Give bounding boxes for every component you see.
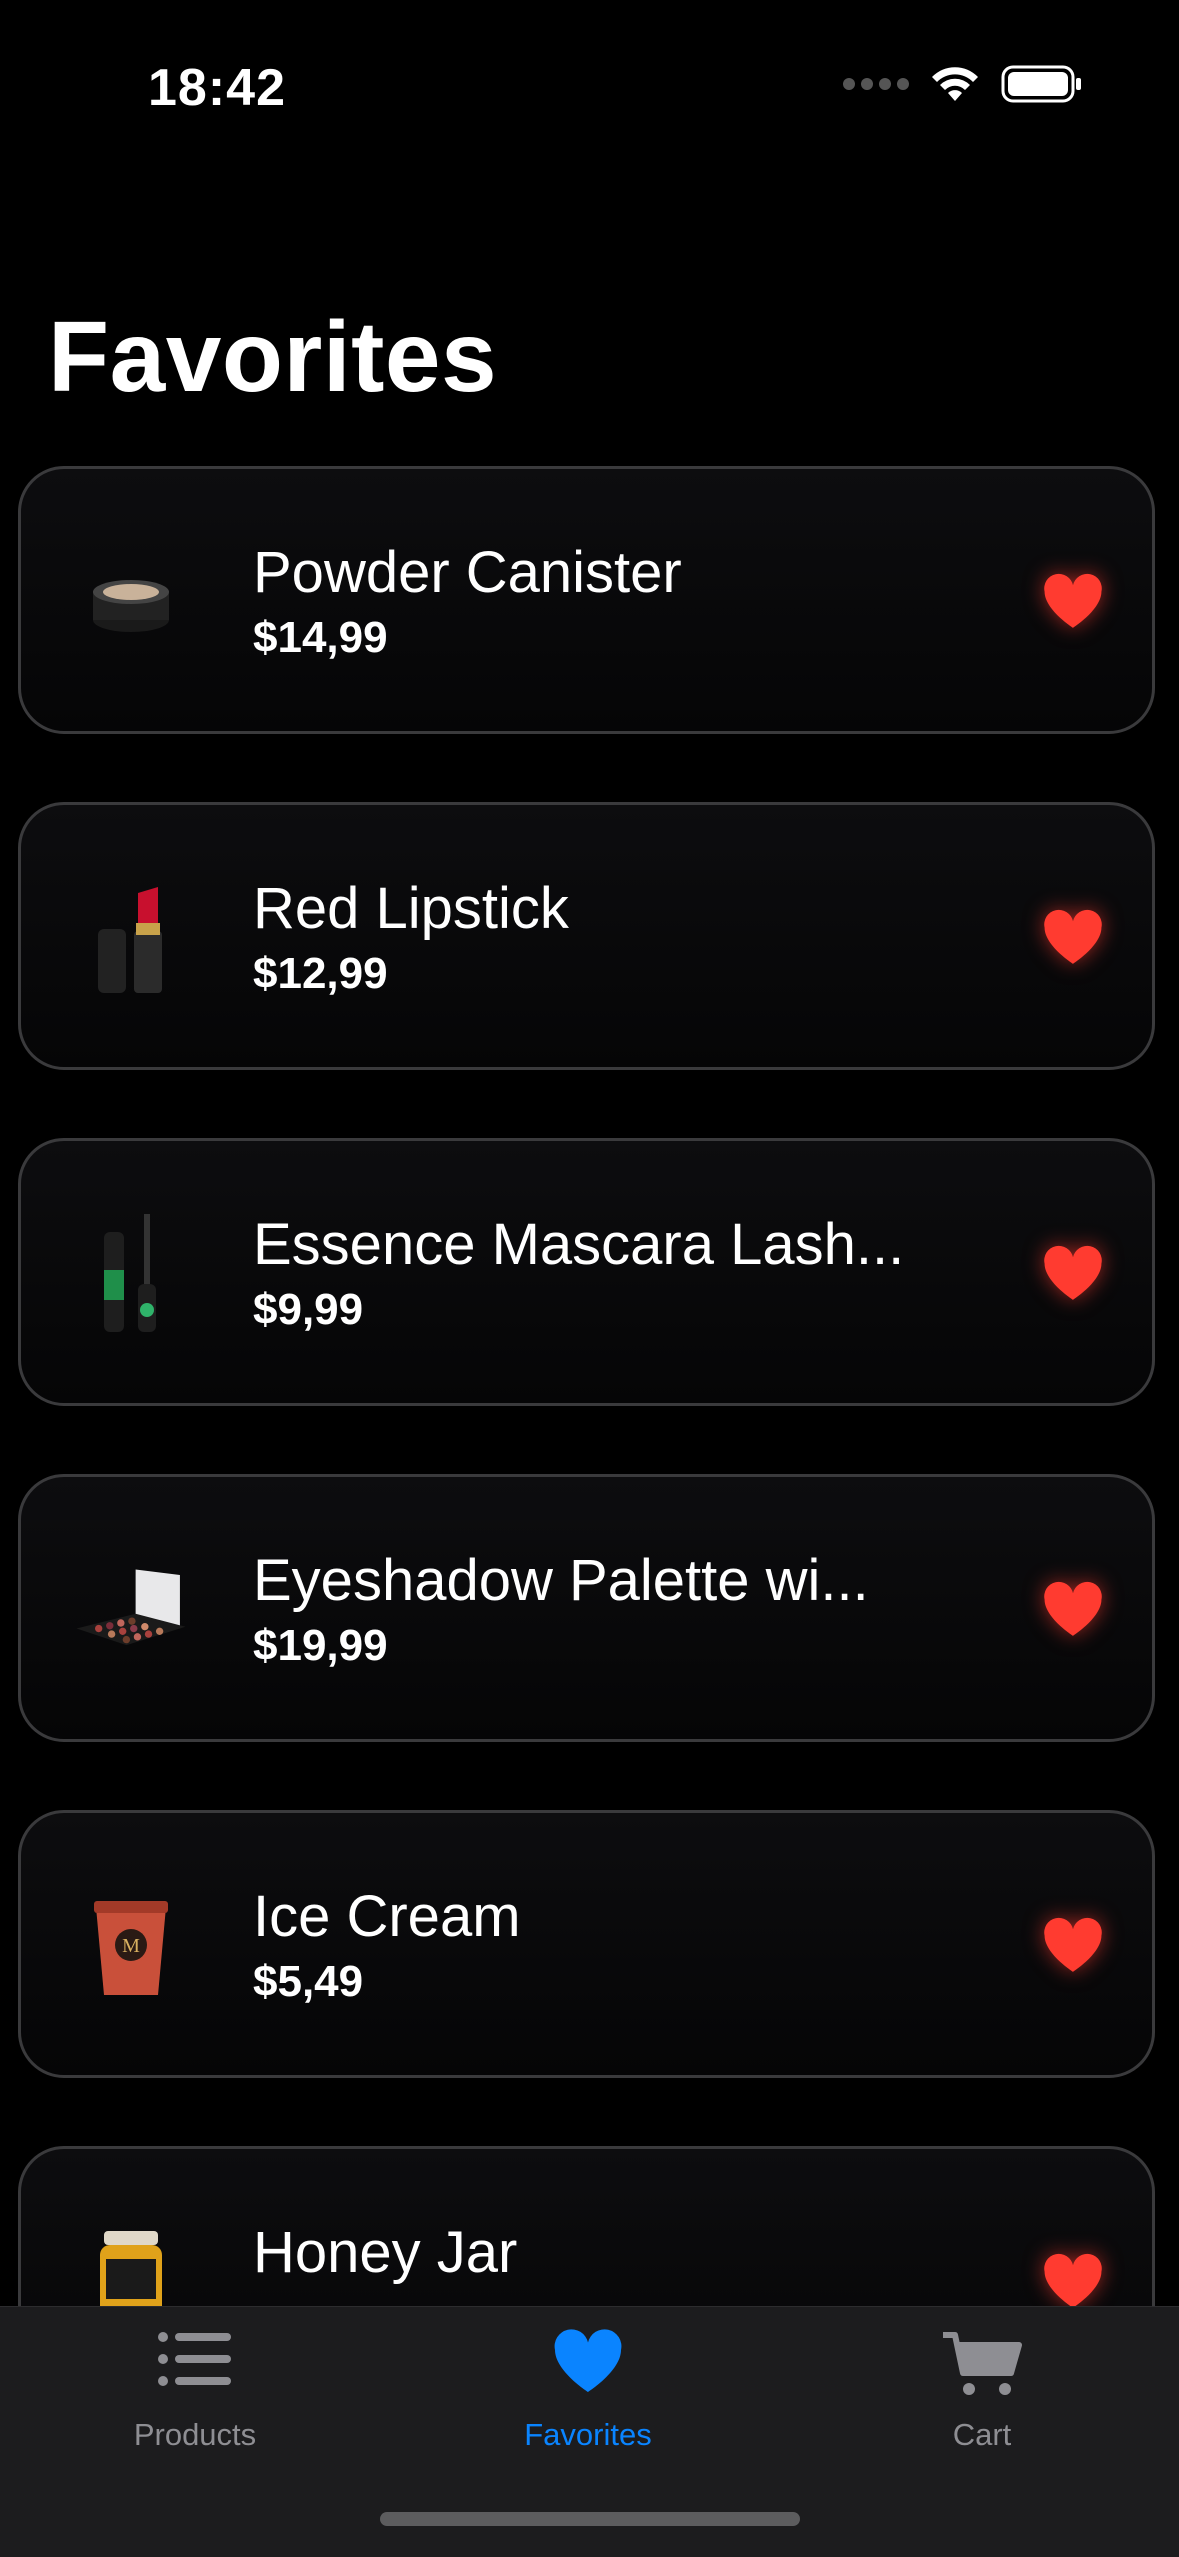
status-icons: [843, 64, 1083, 104]
tab-cart[interactable]: Cart: [832, 2307, 1132, 2507]
product-price: $14,99: [253, 613, 388, 662]
favorite-card[interactable]: Essence Mascara Lash... $9,99: [18, 1138, 1155, 1406]
mascara-thumb-icon: [71, 1214, 191, 1335]
status-bar: 18:42: [0, 0, 1179, 170]
eyeshadow-palette-thumb-icon: [71, 1551, 191, 1671]
favorite-card[interactable]: M Ice Cream $5,49: [18, 1810, 1155, 2078]
svg-text:M: M: [122, 1935, 140, 1957]
favorite-heart-icon[interactable]: [1042, 1245, 1104, 1303]
favorite-heart-icon[interactable]: [1042, 1917, 1104, 1975]
product-price: $19,99: [253, 1621, 388, 1670]
favorite-heart-icon[interactable]: [1042, 1581, 1104, 1639]
tab-label: Favorites: [524, 2417, 652, 2452]
tab-label: Cart: [952, 2417, 1012, 2452]
favorite-card[interactable]: Eyeshadow Palette wi... $19,99: [18, 1474, 1155, 1742]
ice-cream-thumb-icon: M: [71, 1887, 191, 2007]
tab-favorites[interactable]: Favorites: [438, 2307, 738, 2507]
favorite-heart-icon[interactable]: [1042, 573, 1104, 631]
favorites-list[interactable]: Powder Canister $14,99 Red Lipstick $12,…: [18, 466, 1161, 2306]
favorite-card[interactable]: Red Lipstick $12,99: [18, 802, 1155, 1070]
home-indicator: [380, 2512, 800, 2526]
tab-label: Products: [133, 2417, 257, 2452]
favorite-heart-icon[interactable]: [1042, 2253, 1104, 2306]
product-name: Ice Cream: [253, 1884, 521, 1949]
lipstick-thumb-icon: [71, 879, 191, 999]
cart-icon: [943, 2332, 1022, 2395]
product-price: $5,49: [253, 1957, 364, 2006]
status-time: 18:42: [148, 59, 286, 117]
honey-jar-thumb-icon: [71, 2223, 191, 2306]
tab-products[interactable]: Products: [45, 2307, 345, 2507]
cellular-signal-icon: [843, 78, 909, 90]
product-price: $9,99: [253, 1285, 364, 1334]
product-name: Essence Mascara Lash...: [253, 1212, 905, 1277]
favorite-card[interactable]: Powder Canister $14,99: [18, 466, 1155, 734]
favorite-card[interactable]: Honey Jar: [18, 2146, 1155, 2306]
page-title: Favorites: [48, 301, 498, 413]
powder-canister-thumb-icon: [71, 543, 191, 663]
heart-icon: [554, 2329, 622, 2392]
list-icon: [158, 2332, 231, 2386]
product-price: $12,99: [253, 949, 388, 998]
product-name: Honey Jar: [253, 2220, 518, 2285]
favorite-heart-icon[interactable]: [1042, 909, 1104, 967]
product-name: Eyeshadow Palette wi...: [253, 1548, 869, 1613]
product-name: Red Lipstick: [253, 876, 569, 941]
battery-icon: [1001, 65, 1081, 103]
product-name: Powder Canister: [253, 540, 682, 605]
wifi-icon: [932, 67, 978, 101]
